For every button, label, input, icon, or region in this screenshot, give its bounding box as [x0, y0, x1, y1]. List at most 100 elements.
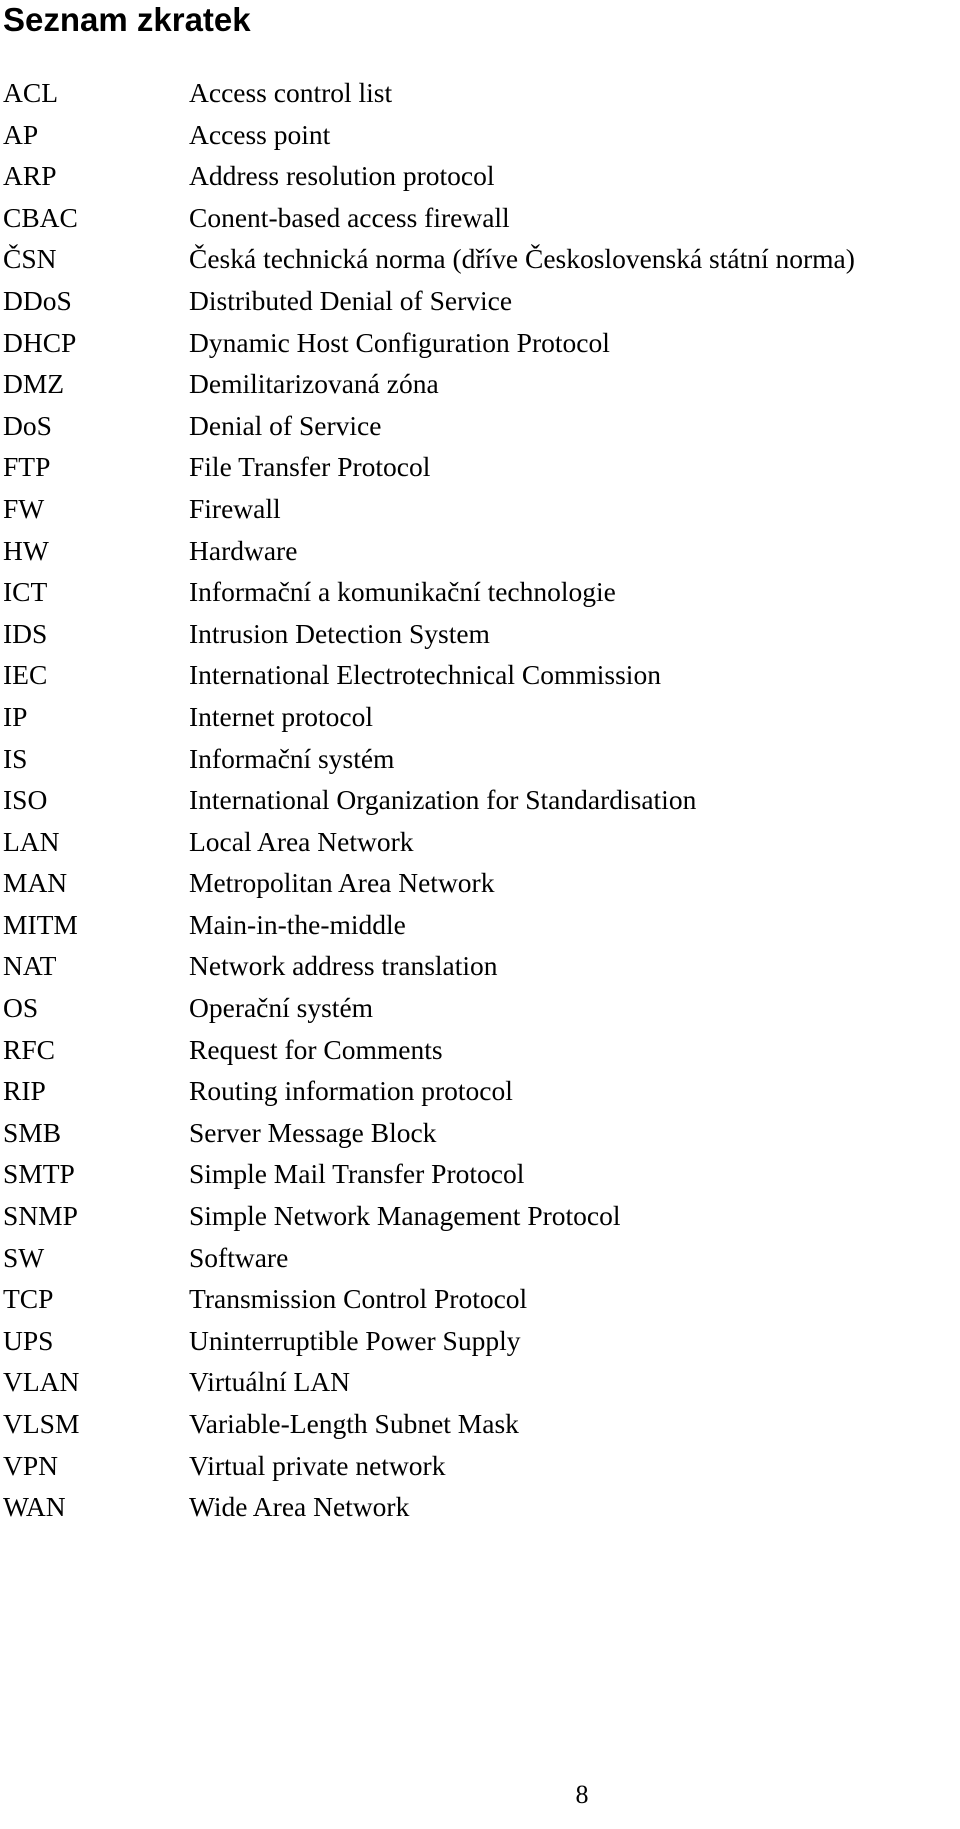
page-title: Seznam zkratek — [3, 1, 251, 38]
abbreviation-row: MITM Main-in-the-middle — [3, 904, 953, 946]
abbreviation-row: IP Internet protocol — [3, 696, 953, 738]
abbreviation-term: RFC — [3, 1033, 55, 1065]
abbreviation-description: Virtual private network — [189, 1449, 446, 1481]
abbreviation-row: IDS Intrusion Detection System — [3, 613, 953, 655]
abbreviation-description: Operační systém — [189, 992, 374, 1024]
abbreviation-description: Uninterruptible Power Supply — [189, 1324, 521, 1356]
abbreviation-row: SMB Server Message Block — [3, 1112, 953, 1154]
abbreviation-description: Virtuální LAN — [189, 1366, 351, 1398]
abbreviation-term: VLSM — [3, 1408, 80, 1439]
abbreviation-row: ACL Access control list — [3, 72, 953, 114]
abbreviation-term: VPN — [3, 1449, 59, 1481]
abbreviation-description: Address resolution protocol — [189, 160, 495, 192]
abbreviation-row: DHCP Dynamic Host Configuration Protocol — [3, 322, 953, 364]
abbreviation-term: MAN — [3, 867, 68, 899]
abbreviation-row: RFC Request for Comments — [3, 1029, 953, 1071]
abbreviation-term: SNMP — [3, 1200, 78, 1232]
abbreviation-description: Transmission Control Protocol — [189, 1283, 528, 1315]
abbreviation-row: LAN Local Area Network — [3, 821, 953, 863]
abbreviation-term: SMB — [3, 1116, 62, 1148]
abbreviation-term: UPS — [3, 1324, 54, 1356]
abbreviation-term: LAN — [3, 825, 60, 857]
abbreviation-term: IS — [3, 742, 28, 774]
abbreviation-term: ČSN — [3, 243, 57, 275]
abbreviation-description: Local Area Network — [189, 825, 414, 857]
abbreviation-term: FW — [3, 492, 45, 524]
abbreviation-term: FTP — [3, 451, 51, 483]
abbreviation-description: Informační systém — [189, 742, 395, 774]
abbreviation-row: ARP Address resolution protocol — [3, 155, 953, 197]
abbreviation-term: IDS — [3, 617, 48, 649]
abbreviation-description: Česká technická norma (dříve Českosloven… — [189, 243, 855, 275]
abbreviation-row: MAN Metropolitan Area Network — [3, 862, 953, 904]
abbreviation-term: ISO — [3, 784, 48, 816]
abbreviation-term: WAN — [3, 1491, 66, 1523]
abbreviation-row: FTP File Transfer Protocol — [3, 446, 953, 488]
abbreviation-row: TCP Transmission Control Protocol — [3, 1278, 953, 1320]
abbreviation-description: Simple Mail Transfer Protocol — [189, 1158, 525, 1190]
abbreviation-description: Software — [189, 1241, 289, 1273]
abbreviation-term: VLAN — [3, 1366, 80, 1398]
abbreviation-row: VLAN Virtuální LAN — [3, 1361, 953, 1403]
abbreviation-row: WAN Wide Area Network — [3, 1486, 953, 1528]
abbreviation-description: Server Message Block — [189, 1116, 437, 1148]
abbreviation-description: Informační a komunikační technologie — [189, 576, 616, 608]
abbreviation-description: Denial of Service — [189, 409, 382, 441]
abbreviation-term: RIP — [3, 1075, 46, 1107]
abbreviation-row: SNMP Simple Network Management Protocol — [3, 1195, 953, 1237]
abbreviation-row: ICT Informační a komunikační technologie — [3, 571, 953, 613]
abbreviation-description: International Electrotechnical Commissio… — [189, 659, 661, 691]
abbreviation-term: ICT — [3, 576, 48, 608]
abbreviation-term: ACL — [3, 77, 58, 108]
abbreviation-description: Conent-based access firewall — [189, 201, 510, 233]
abbreviation-description: Main-in-the-middle — [189, 908, 406, 940]
abbreviation-term: NAT — [3, 950, 57, 982]
abbreviation-row: DDoS Distributed Denial of Service — [3, 280, 953, 322]
abbreviation-row: DMZ Demilitarizovaná zóna — [3, 363, 953, 405]
abbreviation-term: MITM — [3, 908, 78, 940]
abbreviation-description: Metropolitan Area Network — [189, 867, 495, 899]
abbreviation-row: SW Software — [3, 1237, 953, 1279]
abbreviation-term: SMTP — [3, 1158, 75, 1190]
abbreviation-term: DMZ — [3, 368, 65, 400]
abbreviation-term: DDoS — [3, 284, 72, 316]
abbreviation-term: ARP — [3, 160, 57, 192]
abbreviation-term: IEC — [3, 659, 48, 691]
abbreviation-row: DoS Denial of Service — [3, 405, 953, 447]
abbreviation-term: AP — [3, 118, 39, 150]
abbreviation-term: CBAC — [3, 201, 78, 233]
abbreviation-row: NAT Network address translation — [3, 945, 953, 987]
abbreviation-row: VLSM Variable-Length Subnet Mask — [3, 1403, 953, 1445]
abbreviation-term: DoS — [3, 409, 52, 441]
abbreviation-row: CBAC Conent-based access firewall — [3, 197, 953, 239]
abbreviation-row: IS Informační systém — [3, 738, 953, 780]
abbreviation-term: SW — [3, 1241, 45, 1273]
abbreviation-description: Demilitarizovaná zóna — [189, 368, 439, 400]
abbreviation-row: UPS Uninterruptible Power Supply — [3, 1320, 953, 1362]
abbreviation-description: Firewall — [189, 492, 281, 524]
abbreviation-description: Routing information protocol — [189, 1075, 513, 1107]
abbreviation-row: AP Access point — [3, 114, 953, 156]
abbreviation-row: ČSN Česká technická norma (dříve Českoslo… — [3, 238, 953, 280]
abbreviation-description: Dynamic Host Configuration Protocol — [189, 326, 610, 358]
abbreviation-row: OS Operační systém — [3, 987, 953, 1029]
abbreviation-row: VPN Virtual private network — [3, 1445, 953, 1487]
abbreviation-description: Hardware — [189, 534, 298, 566]
abbreviation-row: SMTP Simple Mail Transfer Protocol — [3, 1153, 953, 1195]
abbreviation-row: IEC International Electrotechnical Commis… — [3, 654, 953, 696]
abbreviation-description: Access point — [189, 118, 331, 150]
abbreviation-description: International Organization for Standardi… — [189, 784, 697, 816]
abbreviation-description: Internet protocol — [189, 700, 374, 732]
abbreviation-term: IP — [3, 700, 28, 732]
abbreviation-term: TCP — [3, 1283, 54, 1315]
abbreviation-row: RIP Routing information protocol — [3, 1070, 953, 1112]
abbreviation-description: Distributed Denial of Service — [189, 284, 513, 316]
abbreviation-description: Network address translation — [189, 950, 498, 982]
page-number-container: 8 — [0, 1777, 960, 1813]
abbreviation-row: HW Hardware — [3, 530, 953, 572]
abbreviation-description: Wide Area Network — [189, 1491, 410, 1523]
abbreviation-row: ISO International Organization for Standa… — [3, 779, 953, 821]
page-number: 8 — [575, 1780, 589, 1809]
abbreviation-description: Intrusion Detection System — [189, 617, 490, 649]
abbreviation-term: DHCP — [3, 326, 77, 358]
